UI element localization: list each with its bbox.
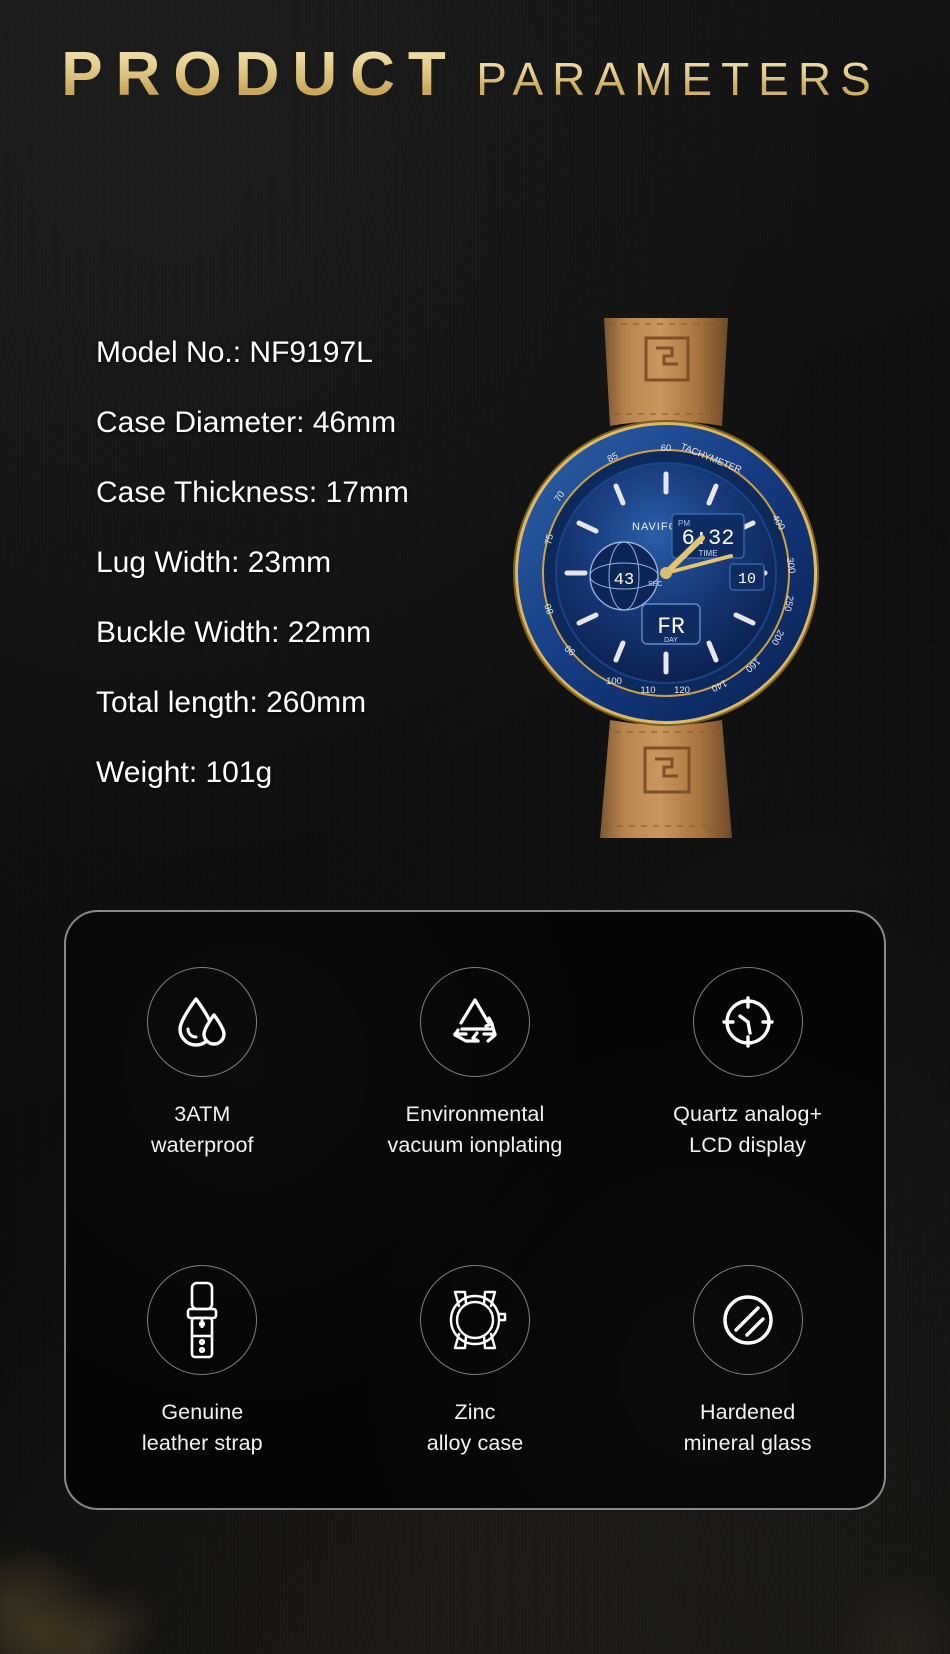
feature-caption-ionplating: Environmental vacuum ionplating (387, 1101, 563, 1157)
watch-strap-top (604, 318, 728, 426)
svg-text:60: 60 (661, 443, 672, 454)
feature-caption-quartz: Quartz analog+ LCD display (673, 1101, 823, 1157)
svg-text:75: 75 (543, 533, 556, 546)
watch-lcd-time: PM 6:32 TIME (671, 513, 745, 559)
watch-strap-bottom (600, 720, 732, 838)
feature-cell-mineral-glass: Hardened mineral glass (611, 1210, 884, 1508)
feature-caption-alloy-case: Zinc alloy case (426, 1399, 524, 1455)
spec-list: Model No.: NF9197L Case Diameter: 46mm C… (96, 338, 409, 788)
feature-cell-leather-strap: Genuine leather strap (66, 1210, 339, 1508)
spec-row-lug-width: Lug Width: 23mm (96, 546, 332, 579)
feature-caption-waterproof: 3ATM waterproof (151, 1101, 254, 1157)
page-subtitle: PARAMETERS (476, 56, 889, 102)
spec-row-total-length: Total length: 260mm (96, 686, 367, 719)
watch-illustration: 60 TACHYMETER 400 300 250 200 160 140 12… (513, 318, 819, 838)
spec-row-weight: Weight: 101g (96, 756, 273, 789)
feature-cell-quartz: Quartz analog+ LCD display (611, 912, 884, 1210)
watch-case-icon (419, 1264, 530, 1375)
mineral-glass-icon (692, 1264, 803, 1375)
feature-cell-ionplating: Environmental vacuum ionplating (339, 912, 612, 1210)
feature-cell-alloy-case: Zinc alloy case (339, 1210, 612, 1508)
page-title: PRODUCT (61, 44, 472, 106)
svg-text:120: 120 (674, 685, 690, 696)
spec-row-model: Model No.: NF9197L (96, 336, 373, 369)
feature-caption-leather-strap: Genuine leather strap (141, 1399, 263, 1455)
watch-subdial-day: FR DAY (641, 603, 701, 645)
leather-strap-icon (147, 1264, 258, 1375)
svg-text:SEC: SEC (648, 581, 662, 588)
clock-icon (692, 966, 803, 1077)
watch-lcd-right: 10 (729, 563, 765, 591)
svg-text:TIME: TIME (698, 549, 717, 558)
features-panel: 3ATM waterproof Environmental vacuum ion… (64, 910, 886, 1510)
svg-text:110: 110 (640, 685, 655, 696)
recycle-icon (419, 966, 530, 1077)
feature-caption-mineral-glass: Hardened mineral glass (683, 1399, 812, 1455)
spec-row-case-thickness: Case Thickness: 17mm (96, 476, 409, 509)
svg-text:100: 100 (606, 676, 622, 687)
spec-row-case-diameter: Case Diameter: 46mm (96, 406, 397, 439)
product-image-watch: 60 TACHYMETER 400 300 250 200 160 140 12… (496, 318, 836, 838)
feature-cell-waterproof: 3ATM waterproof (66, 912, 339, 1210)
svg-text:DAY: DAY (664, 637, 678, 644)
spec-row-buckle-width: Buckle Width: 22mm (96, 616, 372, 649)
svg-text:43: 43 (614, 571, 634, 590)
svg-text:10: 10 (738, 571, 756, 588)
page-header: PRODUCT PARAMETERS (0, 34, 950, 106)
features-grid: 3ATM waterproof Environmental vacuum ion… (66, 912, 884, 1508)
water-drop-icon (147, 966, 258, 1077)
